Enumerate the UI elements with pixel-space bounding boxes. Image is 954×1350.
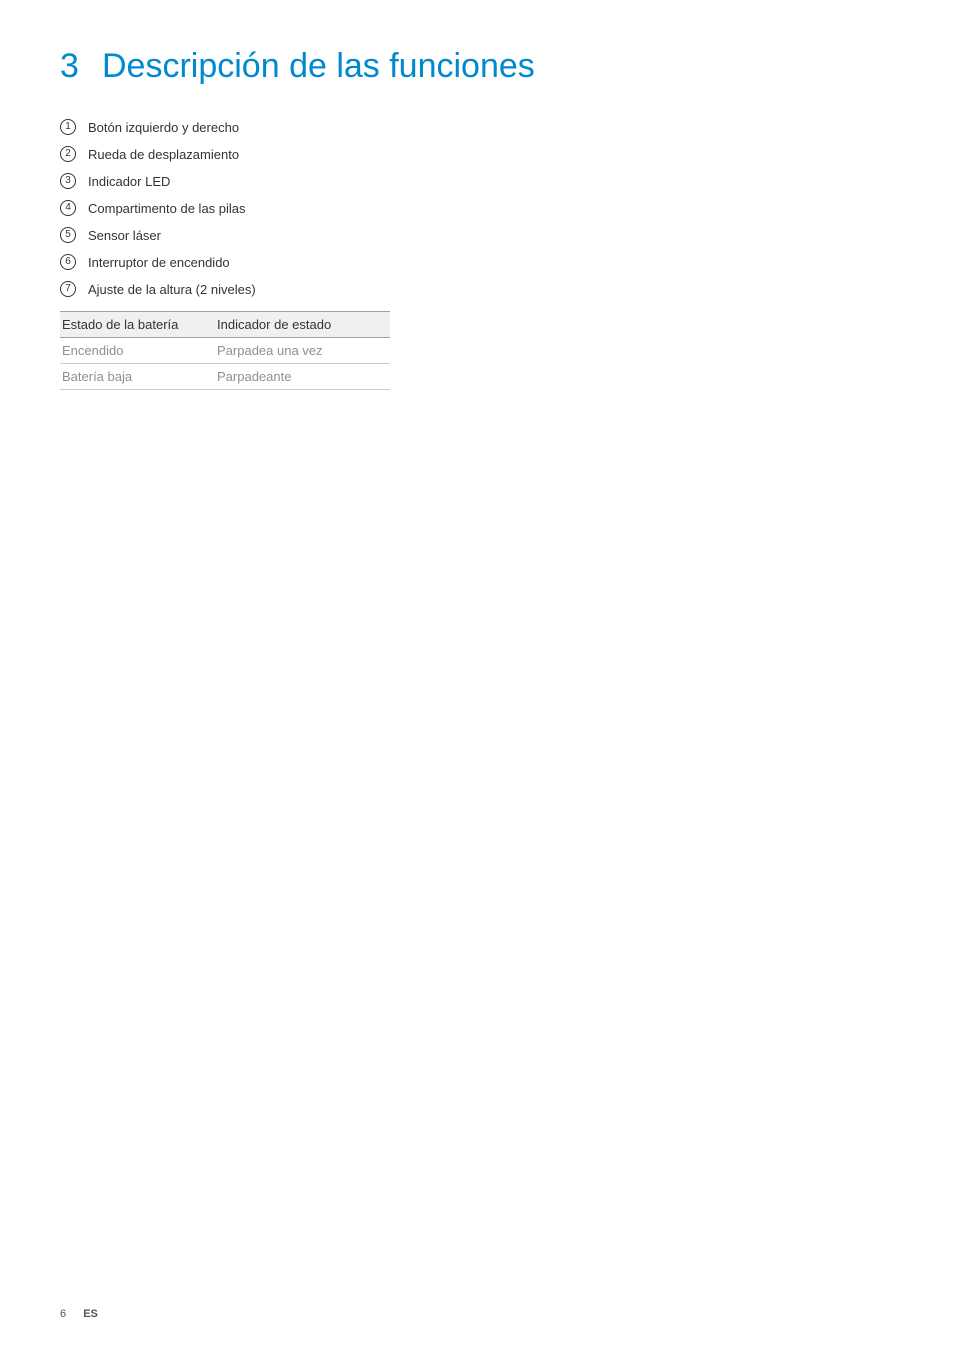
circled-number-icon: 4 bbox=[60, 200, 76, 216]
feature-label: Compartimento de las pilas bbox=[88, 201, 246, 216]
feature-list: 1 Botón izquierdo y derecho 2 Rueda de d… bbox=[60, 119, 894, 297]
feature-label: Indicador LED bbox=[88, 174, 170, 189]
list-item: 2 Rueda de desplazamiento bbox=[60, 146, 894, 162]
page-footer: 6 ES bbox=[60, 1308, 98, 1320]
feature-label: Rueda de desplazamiento bbox=[88, 147, 239, 162]
document-page: 3 Descripción de las funciones 1 Botón i… bbox=[0, 0, 954, 1350]
section-heading: 3 Descripción de las funciones bbox=[60, 48, 894, 85]
circled-number-icon: 2 bbox=[60, 146, 76, 162]
table-header-row: Estado de la batería Indicador de estado bbox=[60, 312, 390, 338]
table-cell: Batería baja bbox=[60, 364, 215, 390]
circled-number-icon: 6 bbox=[60, 254, 76, 270]
page-number: 6 bbox=[60, 1308, 66, 1320]
list-item: 1 Botón izquierdo y derecho bbox=[60, 119, 894, 135]
feature-label: Interruptor de encendido bbox=[88, 255, 230, 270]
table-cell: Parpadeante bbox=[215, 364, 390, 390]
table-cell: Parpadea una vez bbox=[215, 338, 390, 364]
list-item: 7 Ajuste de la altura (2 niveles) bbox=[60, 281, 894, 297]
list-item: 3 Indicador LED bbox=[60, 173, 894, 189]
table-header-battery: Estado de la batería bbox=[60, 312, 215, 338]
table-header-indicator: Indicador de estado bbox=[215, 312, 390, 338]
table-row: Batería baja Parpadeante bbox=[60, 364, 390, 390]
language-code: ES bbox=[83, 1308, 98, 1320]
circled-number-icon: 1 bbox=[60, 119, 76, 135]
table-row: Encendido Parpadea una vez bbox=[60, 338, 390, 364]
list-item: 5 Sensor láser bbox=[60, 227, 894, 243]
circled-number-icon: 7 bbox=[60, 281, 76, 297]
circled-number-icon: 5 bbox=[60, 227, 76, 243]
list-item: 4 Compartimento de las pilas bbox=[60, 200, 894, 216]
table-cell: Encendido bbox=[60, 338, 215, 364]
heading-number: 3 bbox=[60, 48, 102, 85]
list-item: 6 Interruptor de encendido bbox=[60, 254, 894, 270]
circled-number-icon: 3 bbox=[60, 173, 76, 189]
heading-title: Descripción de las funciones bbox=[102, 48, 535, 85]
feature-label: Sensor láser bbox=[88, 228, 161, 243]
status-table: Estado de la batería Indicador de estado… bbox=[60, 311, 390, 390]
feature-label: Botón izquierdo y derecho bbox=[88, 120, 239, 135]
feature-label: Ajuste de la altura (2 niveles) bbox=[88, 282, 256, 297]
